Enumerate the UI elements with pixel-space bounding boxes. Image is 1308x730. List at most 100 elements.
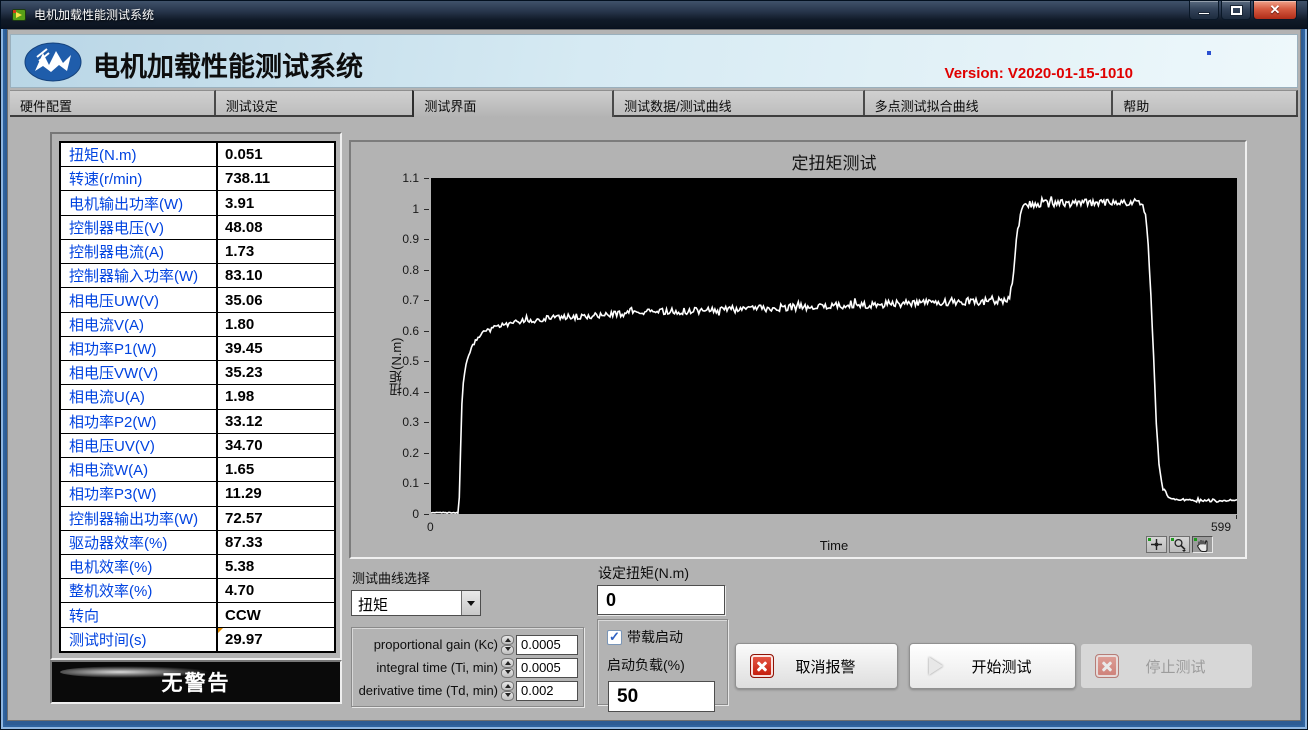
y-tick-mark [424, 514, 429, 515]
set-torque-input[interactable] [597, 585, 725, 615]
table-row: 电机效率(%)5.38 [61, 555, 334, 578]
measurement-value: 738.11 [218, 167, 334, 190]
tab-test-data-curves[interactable]: 测试数据/测试曲线 [614, 90, 865, 115]
title-bar[interactable]: 电机加载性能测试系统 ✕ [1, 1, 1307, 29]
spinner-down-button[interactable] [501, 645, 514, 655]
tab-test-setup[interactable]: 测试设定 [216, 90, 415, 115]
load-percent-label: 启动负载(%) [607, 655, 685, 675]
measurement-label: 相电流W(A) [61, 458, 216, 481]
x-tick-label: 599 [1211, 520, 1231, 534]
measurement-label: 整机效率(%) [61, 579, 216, 602]
y-tick-label: 0.1 [357, 476, 419, 490]
red-x-icon [1095, 654, 1119, 678]
client-area: 电机加载性能测试系统 Version: V2020-01-15-1010 硬件配… [7, 29, 1301, 721]
tab-test-interface[interactable]: 测试界面 [412, 90, 614, 117]
decoration-dot [1207, 51, 1211, 55]
triangle-up-icon [505, 681, 511, 688]
pid-input[interactable] [516, 635, 578, 655]
table-row: 电机输出功率(W)3.91 [61, 191, 334, 214]
y-tick-mark [424, 270, 429, 271]
table-row: 控制器电流(A)1.73 [61, 240, 334, 263]
y-tick-mark [424, 483, 429, 484]
y-tick-label: 0.5 [357, 354, 419, 368]
spinner-up-button[interactable] [501, 658, 514, 668]
measurement-label: 控制器输入功率(W) [61, 264, 216, 287]
measurement-value: 5.38 [218, 555, 334, 578]
load-percent-input[interactable] [608, 681, 715, 712]
pid-input[interactable] [516, 658, 578, 678]
zoom-tool-button[interactable] [1169, 536, 1190, 553]
version-label: Version: [945, 65, 1004, 82]
y-tick-mark [424, 178, 429, 179]
triangle-down-icon [505, 670, 511, 677]
measurement-value: 35.06 [218, 288, 334, 311]
measurement-value: 48.08 [218, 216, 334, 239]
spinner-up-button[interactable] [501, 635, 514, 645]
y-tick-label: 0.9 [357, 232, 419, 246]
y-tick-mark [424, 361, 429, 362]
app-window: 电机加载性能测试系统 ✕ 电机加载性能测试系统 Version: V2020-0… [0, 0, 1308, 730]
pid-label: derivative time (Td, min) [352, 683, 498, 698]
y-tick-label: 0.4 [357, 385, 419, 399]
measurement-label: 相电压VW(V) [61, 361, 216, 384]
load-start-checkbox-label: 带载启动 [627, 627, 683, 647]
measurement-label: 转向 [61, 603, 216, 626]
curve-select-dropdown-button[interactable] [461, 591, 480, 615]
pan-tool-button[interactable] [1192, 536, 1213, 553]
measurement-value: 11.29 [218, 482, 334, 505]
close-button[interactable]: ✕ [1253, 1, 1297, 20]
minimize-button[interactable] [1189, 1, 1219, 20]
tab-hardware-config[interactable]: 硬件配置 [10, 90, 216, 115]
cancel-alarm-button[interactable]: 取消报警 [735, 643, 898, 689]
spinner-down-button[interactable] [501, 691, 514, 701]
triangle-down-icon [505, 647, 511, 654]
y-tick-mark [424, 453, 429, 454]
spinner-down-button[interactable] [501, 668, 514, 678]
triangle-up-icon [505, 635, 511, 642]
cursor-tool-button[interactable] [1146, 536, 1167, 553]
curve-select-label: 测试曲线选择 [352, 568, 430, 587]
button-label: 取消报警 [774, 656, 877, 677]
pid-spinner [501, 658, 514, 678]
measurement-label: 相功率P1(W) [61, 337, 216, 360]
measurement-value: 1.80 [218, 313, 334, 336]
x-tick-mark [1236, 515, 1237, 519]
measurement-table: 扭矩(N.m)0.051转速(r/min)738.11电机输出功率(W)3.91… [59, 141, 336, 653]
table-row: 控制器电压(V)48.08 [61, 216, 334, 239]
load-start-group: ✓ 带载启动 启动负载(%) [597, 619, 728, 705]
table-row: 相电压UW(V)35.06 [61, 288, 334, 311]
pid-input[interactable] [516, 681, 578, 701]
measurement-label: 电机效率(%) [61, 555, 216, 578]
chart-plot-area[interactable] [431, 178, 1237, 514]
maximize-button[interactable] [1221, 1, 1251, 20]
curve-select-combo[interactable]: 扭矩 [351, 590, 481, 616]
pan-tool-icon [1196, 538, 1209, 552]
table-row: 驱动器效率(%)87.33 [61, 531, 334, 554]
table-row: 整机效率(%)4.70 [61, 579, 334, 602]
version-text: Version: V2020-01-15-1010 [945, 65, 1133, 82]
tab-multipoint-fit-curves[interactable]: 多点测试拟合曲线 [865, 90, 1114, 115]
table-row: 相功率P3(W)11.29 [61, 482, 334, 505]
tab-help[interactable]: 帮助 [1113, 90, 1298, 115]
pid-label: proportional gain (Kc) [352, 637, 498, 652]
curve-select-value[interactable]: 扭矩 [352, 591, 461, 615]
y-tick-mark [424, 392, 429, 393]
table-row: 相电压UV(V)34.70 [61, 434, 334, 457]
y-tick-mark [424, 422, 429, 423]
company-logo-icon [23, 41, 83, 83]
triangle-down-icon [505, 693, 511, 700]
alarm-text: 无警告 [52, 662, 340, 702]
measurement-value: 0.051 [218, 143, 334, 166]
tool-dot [1194, 538, 1197, 541]
button-label: 开始测试 [948, 656, 1055, 677]
pid-row: proportional gain (Kc) [352, 633, 583, 656]
spinner-up-button[interactable] [501, 681, 514, 691]
checkbox-check-icon: ✓ [607, 630, 622, 645]
measurement-label: 控制器输出功率(W) [61, 507, 216, 530]
measurement-value: 1.98 [218, 385, 334, 408]
measurement-value: 87.33 [218, 531, 334, 554]
chart-title: 定扭矩测试 [431, 149, 1237, 174]
start-test-button[interactable]: 开始测试 [909, 643, 1076, 689]
measurement-label: 转速(r/min) [61, 167, 216, 190]
load-start-checkbox[interactable]: ✓ 带载启动 [607, 627, 683, 647]
